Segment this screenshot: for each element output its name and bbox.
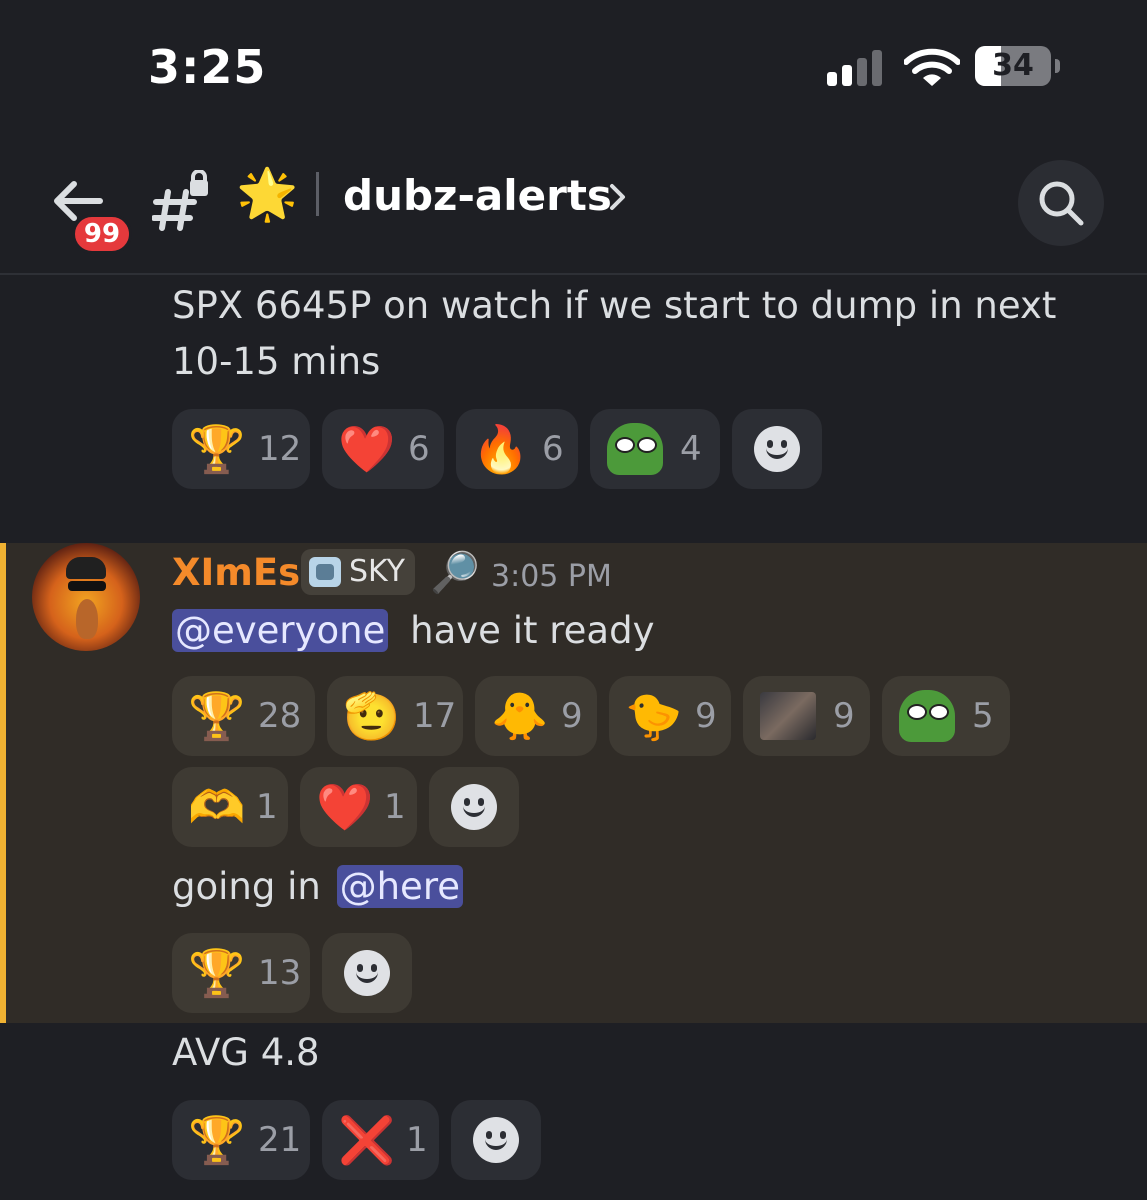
reaction-count: 9 (695, 696, 717, 736)
message-text: @everyone have it ready (172, 603, 654, 659)
chick-icon: 🐥 (491, 689, 549, 743)
reaction-pepe[interactable]: 4 (590, 409, 720, 489)
reaction-count: 5 (972, 696, 994, 736)
add-reaction-button[interactable] (732, 409, 822, 489)
reaction-trophy[interactable]: 🏆 12 (172, 409, 310, 489)
heart-icon: ❤️ (338, 422, 396, 476)
add-reaction-button[interactable] (429, 767, 519, 847)
locked-channel-icon (152, 170, 208, 231)
cellular-signal-icon (827, 50, 882, 86)
baby-chick-icon: 🐤 (625, 689, 683, 743)
chevron-right-icon[interactable] (608, 182, 628, 212)
reaction-bar: 🏆 28 🫡 17 🐥 9 🐤 9 9 5 (172, 676, 1012, 756)
trophy-icon: 🏆 (188, 1113, 246, 1167)
reaction-fire[interactable]: 🔥 6 (456, 409, 578, 489)
photo-emoji-icon (759, 686, 817, 746)
heart-hands-icon: 🫶 (188, 780, 246, 834)
pepe-sad-icon (898, 686, 956, 746)
message-body: going in (172, 865, 321, 908)
timestamp: 3:05 PM (491, 559, 612, 594)
reaction-count: 12 (258, 429, 302, 469)
mention-here[interactable]: @here (336, 865, 463, 908)
smiley-icon (473, 1117, 519, 1163)
salute-icon: 🫡 (343, 689, 401, 743)
channel-header: 99 🌟 dubz-alerts (0, 130, 1147, 275)
mention-everyone[interactable]: @everyone (172, 609, 389, 652)
reaction-count: 17 (413, 696, 457, 736)
reaction-count: 9 (561, 696, 583, 736)
fire-icon: 🔥 (472, 422, 530, 476)
reaction-pepe[interactable]: 5 (882, 676, 1010, 756)
reaction-bar: 🏆 21 ❌ 1 (172, 1100, 552, 1180)
reaction-baby-chick[interactable]: 🐤 9 (609, 676, 731, 756)
magnifier-icon: 🔎 (430, 550, 480, 596)
reaction-count: 9 (833, 696, 855, 736)
role-icon (309, 557, 341, 587)
reaction-trophy[interactable]: 🏆 13 (172, 933, 310, 1013)
avatar[interactable] (32, 543, 140, 651)
reaction-trophy[interactable]: 🏆 28 (172, 676, 315, 756)
status-bar: 3:25 34 (0, 0, 1147, 130)
reaction-chick[interactable]: 🐥 9 (475, 676, 597, 756)
reaction-heart[interactable]: ❤️ 1 (300, 767, 417, 847)
trophy-icon: 🏆 (188, 422, 246, 476)
reaction-bar: 🏆 12 ❤️ 6 🔥 6 4 (172, 409, 832, 489)
reaction-cross[interactable]: ❌ 1 (322, 1100, 439, 1180)
add-reaction-button[interactable] (451, 1100, 541, 1180)
reaction-count: 1 (406, 1120, 428, 1160)
battery-indicator: 34 (975, 46, 1065, 90)
smiley-icon (754, 426, 800, 472)
username[interactable]: XImEs (172, 547, 300, 599)
header-divider (316, 172, 319, 216)
status-time: 3:25 (148, 40, 267, 94)
reaction-salute[interactable]: 🫡 17 (327, 676, 463, 756)
reaction-count: 1 (384, 787, 406, 827)
reaction-count: 6 (408, 429, 430, 469)
message-text: SPX 6645P on watch if we start to dump i… (172, 284, 1057, 383)
reaction-heart[interactable]: ❤️ 6 (322, 409, 444, 489)
reaction-count: 4 (680, 429, 702, 469)
reaction-count: 1 (256, 787, 278, 827)
reaction-count: 21 (258, 1120, 302, 1160)
cross-mark-icon: ❌ (338, 1113, 396, 1167)
star-icon: 🌟 (236, 165, 299, 223)
highlighted-message-group: XImEs SKY 🔎 3:05 PM @everyone have it re… (0, 543, 1147, 1023)
unread-badge: 99 (72, 214, 132, 254)
reaction-trophy[interactable]: 🏆 21 (172, 1100, 310, 1180)
reaction-photo[interactable]: 9 (743, 676, 870, 756)
battery-percent: 34 (992, 48, 1034, 83)
search-button[interactable] (1018, 160, 1104, 246)
reaction-count: 28 (258, 696, 302, 736)
back-button[interactable]: 99 (46, 170, 138, 260)
reaction-count: 13 (258, 953, 302, 993)
role-tag[interactable]: SKY (301, 549, 415, 595)
mention-highlight-bar (0, 543, 6, 1023)
pepe-sunglasses-icon (606, 419, 664, 479)
reaction-bar: 🏆 13 (172, 933, 422, 1013)
message-text: AVG 4.8 (172, 1031, 320, 1074)
message-text: going in @here (172, 859, 463, 915)
reaction-heart-hands[interactable]: 🫶 1 (172, 767, 288, 847)
message-body: have it ready (410, 609, 655, 652)
trophy-icon: 🏆 (188, 689, 246, 743)
wifi-icon (904, 48, 960, 86)
add-reaction-button[interactable] (322, 933, 412, 1013)
trophy-icon: 🏆 (188, 946, 246, 1000)
smiley-icon (451, 784, 497, 830)
smiley-icon (344, 950, 390, 996)
reaction-bar: 🫶 1 ❤️ 1 (172, 767, 522, 847)
role-label: SKY (349, 554, 405, 589)
heart-icon: ❤️ (316, 780, 374, 834)
channel-name[interactable]: dubz-alerts (343, 168, 612, 224)
search-icon (1039, 181, 1084, 226)
reaction-count: 6 (542, 429, 564, 469)
